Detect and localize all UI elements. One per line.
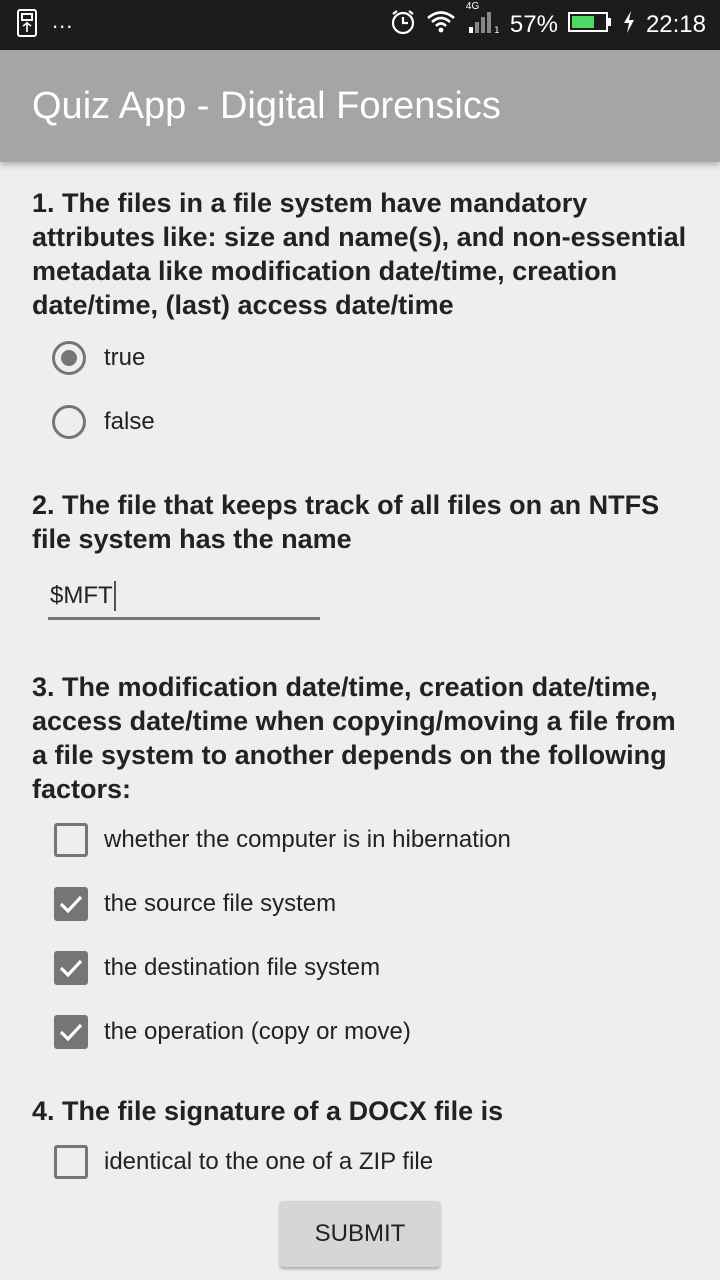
question-3-text: 3. The modification date/time, creation …	[32, 672, 676, 804]
q3-option-destination-fs[interactable]: the destination file system	[32, 936, 688, 1000]
q4-option-zip[interactable]: identical to the one of a ZIP file	[32, 1130, 688, 1194]
app-title: Quiz App - Digital Forensics	[32, 84, 501, 127]
q1-option-true[interactable]: true	[32, 326, 688, 390]
wifi-icon	[426, 10, 456, 41]
radio-selected-icon[interactable]	[52, 341, 86, 375]
charging-icon	[622, 10, 636, 41]
checkbox-checked-icon[interactable]	[54, 1015, 88, 1049]
q3-option-operation[interactable]: the operation (copy or move)	[32, 1000, 688, 1064]
checkbox-unchecked-icon[interactable]	[54, 823, 88, 857]
q2-answer-value: $MFT	[50, 581, 113, 609]
quiz-content: 1. The files in a file system have manda…	[0, 162, 720, 1194]
q1-option-label: true	[104, 344, 146, 371]
q3-option-label: the source file system	[104, 890, 337, 917]
battery-icon	[567, 11, 612, 40]
checkbox-checked-icon[interactable]	[54, 887, 88, 921]
usb-icon	[16, 8, 38, 43]
q2-answer-input[interactable]: $MFT	[48, 574, 320, 620]
clock: 22:18	[645, 11, 706, 38]
checkbox-checked-icon[interactable]	[54, 951, 88, 985]
text-cursor	[113, 580, 116, 611]
q3-option-label: whether the computer is in hibernation	[104, 826, 511, 853]
checkbox-unchecked-icon[interactable]	[54, 1145, 88, 1179]
question-1-text: 1. The files in a file system have manda…	[32, 188, 687, 320]
svg-text:1: 1	[494, 26, 500, 35]
q1-option-label: false	[104, 408, 155, 435]
question-4-text: 4. The file signature of a DOCX file is	[32, 1096, 504, 1126]
network-type-label: 4G	[465, 0, 480, 12]
battery-percent: 57%	[509, 11, 558, 38]
signal-icon: 4G 1	[466, 1, 500, 42]
q3-option-label: the operation (copy or move)	[104, 1018, 411, 1045]
q3-option-label: the destination file system	[104, 954, 381, 981]
app-toolbar: Quiz App - Digital Forensics	[0, 50, 720, 162]
q4-option-label: identical to the one of a ZIP file	[104, 1148, 434, 1175]
more-notifications-icon: ...	[52, 8, 74, 33]
radio-unselected-icon[interactable]	[52, 405, 86, 439]
status-bar: ... 4G 1 57% 22:18	[0, 0, 720, 50]
question-2-text: 2. The file that keeps track of all file…	[32, 490, 660, 554]
q1-option-false[interactable]: false	[32, 390, 688, 454]
q3-option-hibernation[interactable]: whether the computer is in hibernation	[32, 808, 688, 872]
q3-option-source-fs[interactable]: the source file system	[32, 872, 688, 936]
alarm-icon	[390, 9, 416, 42]
submit-button[interactable]: SUBMIT	[280, 1201, 440, 1267]
